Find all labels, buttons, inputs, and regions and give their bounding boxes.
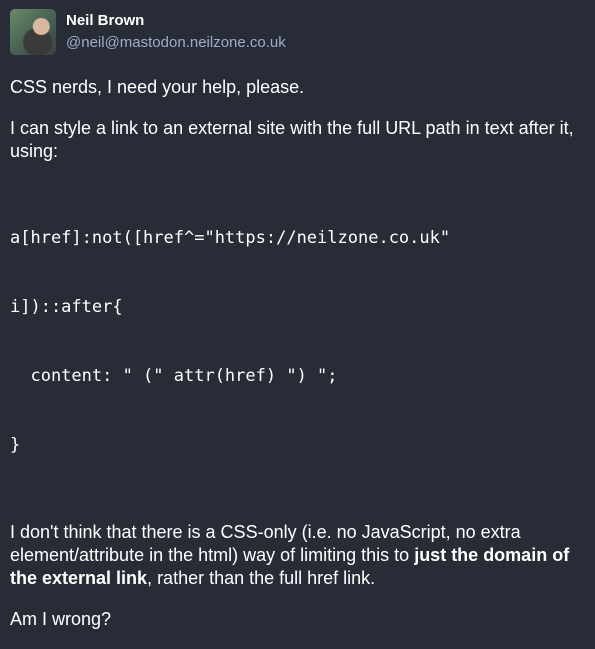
display-name[interactable]: Neil Brown — [66, 12, 286, 30]
author-info: Neil Brown @neil@mastodon.neilzone.co.uk — [66, 12, 286, 53]
code-block: a[href]:not([href^="https://neilzone.co.… — [10, 181, 585, 503]
paragraph-3-text-after: , rather than the full href link. — [147, 568, 376, 588]
post-header: Neil Brown @neil@mastodon.neilzone.co.uk — [10, 9, 286, 55]
post-paragraph-4: Am I wrong? — [10, 609, 112, 629]
post-paragraph-3: I don't think that there is a CSS-only (… — [10, 521, 585, 590]
avatar[interactable] — [10, 9, 56, 55]
code-line: content: " (" attr(href) ") "; — [10, 366, 338, 386]
code-line: a[href]:not([href^="https://neilzone.co.… — [10, 228, 451, 248]
code-line: i])::after{ — [10, 297, 123, 317]
account-handle[interactable]: @neil@mastodon.neilzone.co.uk — [66, 33, 286, 53]
post-paragraph-1: CSS nerds, I need your help, please. — [10, 77, 305, 97]
code-line: } — [10, 435, 21, 455]
post-content: CSS nerds, I need your help, please. I c… — [10, 76, 585, 649]
post-paragraph-2: I can style a link to an external site w… — [10, 118, 574, 161]
